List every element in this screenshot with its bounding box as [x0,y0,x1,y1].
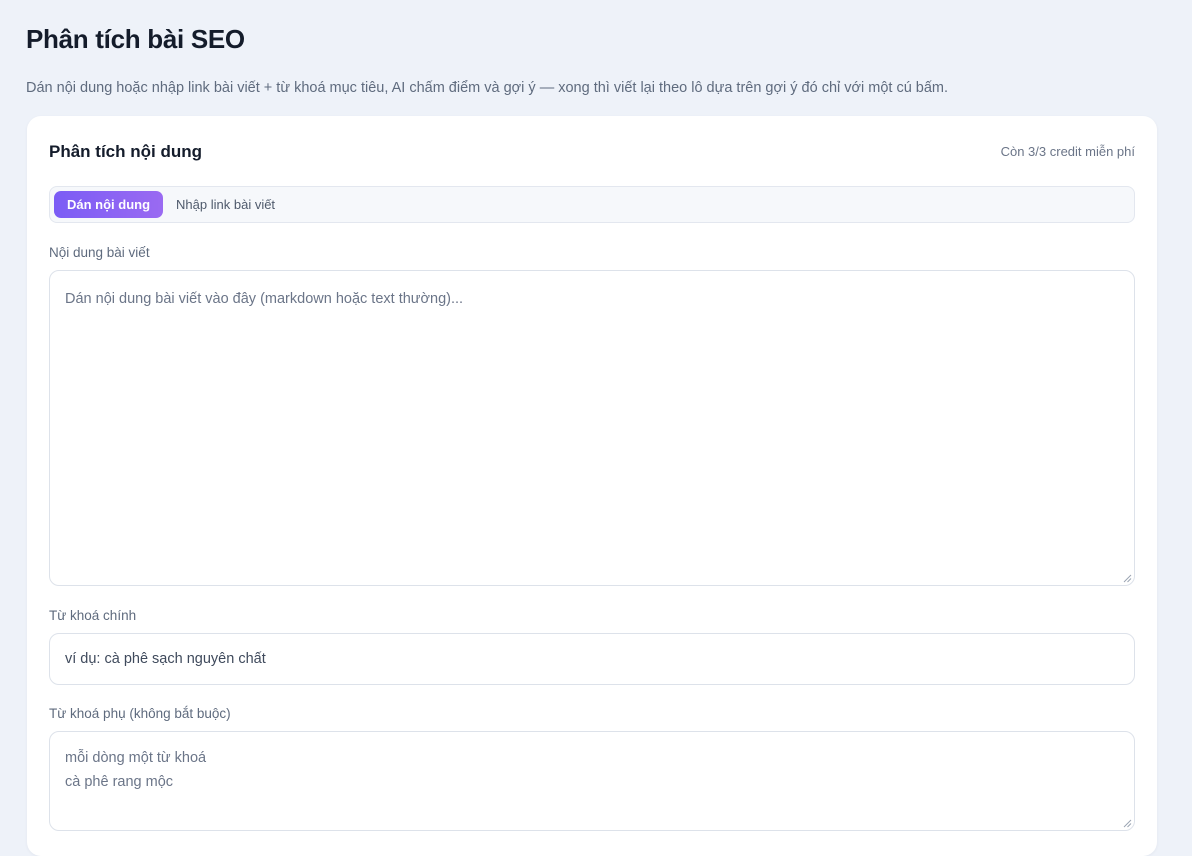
resize-handle-icon[interactable] [1123,819,1132,828]
card-title: Phân tích nội dung [49,142,202,161]
page-title: Phân tích bài SEO [26,24,245,54]
page-subtitle: Dán nội dung hoặc nhập link bài viết + t… [26,80,949,96]
secondary-keywords-textarea[interactable]: mỗi dòng một từ khoá cà phê rang mộc [49,731,1135,831]
credit-counter: Còn 3/3 credit miễn phí [1000,144,1135,159]
main-keyword-label: Từ khoá chính [49,608,137,623]
secondary-keywords-placeholder-line: cà phê rang mộc [65,774,174,790]
main-keyword-placeholder: ví dụ: cà phê sạch nguyên chất [65,651,266,667]
analysis-card: Phân tích nội dung Còn 3/3 credit miễn p… [27,116,1157,856]
resize-handle-icon[interactable] [1123,574,1132,583]
input-mode-tabs: Dán nội dung Nhập link bài viết [49,186,1135,223]
page: Phân tích bài SEO Dán nội dung hoặc nhập… [0,0,1192,98]
content-placeholder: Dán nội dung bài viết vào đây (markdown … [65,291,464,307]
secondary-keywords-placeholder-line: mỗi dòng một từ khoá [65,750,207,766]
secondary-keywords-label: Từ khoá phụ (không bắt buộc) [49,706,231,721]
content-textarea[interactable]: Dán nội dung bài viết vào đây (markdown … [49,270,1135,586]
tab-enter-link[interactable]: Nhập link bài viết [163,191,288,218]
content-label: Nội dung bài viết [49,245,150,260]
card-header: Phân tích nội dung Còn 3/3 credit miễn p… [49,116,1135,186]
tab-paste-content[interactable]: Dán nội dung [54,191,164,218]
main-keyword-input[interactable]: ví dụ: cà phê sạch nguyên chất [49,633,1135,685]
